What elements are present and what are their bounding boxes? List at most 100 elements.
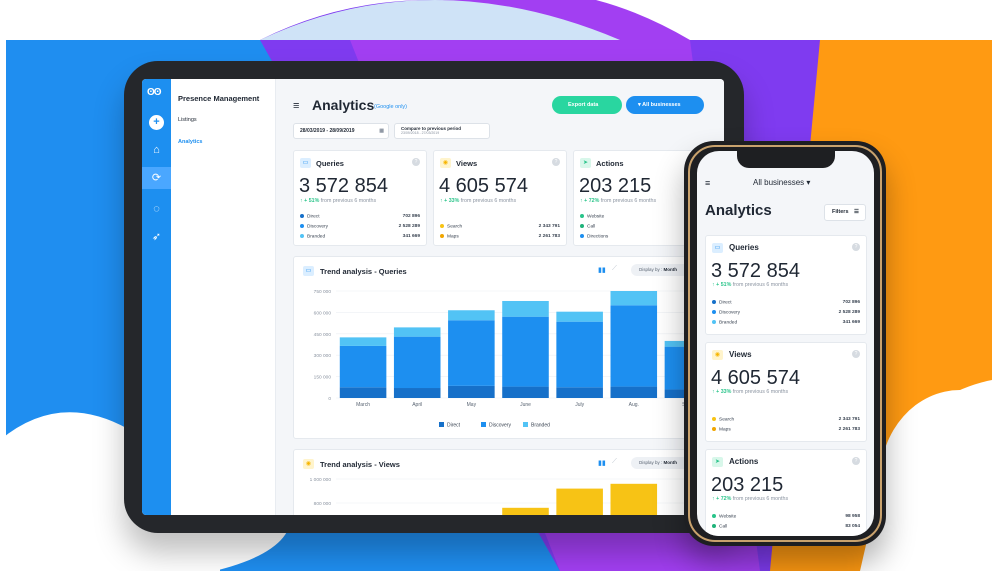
direct-dot-icon (712, 300, 716, 304)
metric-row: Website 98 958 (712, 514, 860, 519)
sidebar-title: Presence Management (178, 94, 260, 103)
metric-row: Maps 2 261 783 (712, 427, 860, 432)
x-tick-label: June (520, 402, 531, 408)
card-change: ↑ + 33% from previous 6 months (440, 198, 516, 204)
bar-discovery (448, 320, 495, 386)
tablet-screen: ʘʘ + ⌂ ⟳ ◌ ➶ Presence Management Listing… (142, 79, 724, 515)
metric-label: Website (719, 514, 737, 520)
plus-icon[interactable]: + (149, 115, 164, 130)
bar-branded (502, 300, 549, 317)
y-tick-label: 800 000 (314, 501, 332, 507)
metric-label: Call (587, 224, 596, 230)
card-title: Queries (316, 159, 344, 168)
card-value: 203 215 (711, 474, 784, 496)
card-title: Views (456, 159, 478, 168)
display-prefix: Display by : (639, 267, 663, 272)
card-value: 4 605 574 (439, 175, 528, 197)
queries-icon: ▭ (303, 266, 314, 276)
help-icon[interactable]: ? (852, 457, 860, 465)
rocket-icon[interactable]: ➶ (149, 230, 164, 245)
metric-value: 83 054 (845, 524, 860, 529)
eye-icon: ◉ (303, 459, 314, 469)
branded-dot-icon (300, 234, 304, 238)
metric-label: Discovery (307, 224, 329, 230)
bar-chart-icon[interactable]: ▮▮ (598, 459, 606, 467)
help-icon[interactable]: ? (852, 350, 860, 358)
website-dot-icon (580, 214, 584, 218)
change-value: + 51% (716, 282, 732, 288)
call-dot-icon (580, 224, 584, 228)
chat-icon[interactable]: ◌ (149, 202, 164, 217)
metric-row: Search 2 343 791 (440, 224, 560, 229)
compare-select[interactable]: Compare to previous period 23/09/2018 - … (394, 123, 490, 139)
businesses-label: All businesses (753, 178, 805, 187)
legend-label: Branded (531, 423, 550, 429)
metric-label: Search (447, 224, 463, 230)
metric-row: Discovery 2 528 289 (712, 310, 860, 315)
y-tick-label: 0 (328, 396, 331, 402)
queries-bar-chart: 750 000 600 000 450 000 300 000 150 000 0 Marc… (314, 289, 715, 429)
metric-label: Maps (719, 427, 731, 433)
queries-icon: ▭ (712, 243, 723, 253)
x-tick-label: March (356, 402, 370, 408)
change-text: from previous 6 months (320, 198, 377, 204)
help-icon[interactable]: ? (552, 158, 560, 166)
businesses-select[interactable]: All businesses ▾ (753, 178, 810, 187)
search-dot-icon (712, 417, 716, 421)
metric-value: 2 528 289 (398, 224, 420, 229)
bar-branded (339, 337, 387, 346)
metric-label: Branded (719, 320, 738, 326)
metric-row: Call8 (580, 224, 700, 229)
metric-value: 2 528 289 (838, 310, 860, 315)
help-icon[interactable]: ? (412, 158, 420, 166)
card-value: 203 215 (579, 175, 652, 197)
bar-direct (610, 386, 658, 398)
bar-branded (448, 310, 495, 321)
maps-dot-icon (712, 427, 716, 431)
change-text: from previous 6 months (732, 282, 789, 288)
menu-icon[interactable]: ≡ (705, 178, 710, 188)
line-chart-icon[interactable]: ⟋ (612, 458, 617, 466)
card-change: ↑ + 72% from previous 6 months (580, 198, 656, 204)
bar-views (502, 507, 549, 515)
eye-icon: ◉ (440, 158, 451, 168)
export-button[interactable]: Export data (552, 96, 622, 114)
date-range-picker[interactable]: 28/03/2019 - 28/09/2019 ▦ (293, 123, 389, 139)
sidebar-item-listings[interactable]: Listings (178, 117, 197, 123)
all-businesses-label: All businesses (642, 102, 681, 108)
queries-icon: ▭ (300, 158, 311, 168)
direct-dot-icon (300, 214, 304, 218)
discovery-dot-icon (300, 224, 304, 228)
legend-swatch (481, 422, 486, 427)
change-value: + 51% (304, 198, 320, 204)
bar-discovery (393, 336, 441, 389)
metric-row: Search 2 343 791 (712, 417, 860, 422)
metric-row: Discovery 2 528 289 (300, 224, 420, 229)
trend-queries-card: ▭ Trend analysis - Queries ▮▮ ⟋ Display … (293, 256, 724, 439)
line-chart-icon[interactable]: ⟋ (612, 265, 617, 273)
sync-icon[interactable]: ⟳ (142, 167, 171, 189)
card-title: Actions (729, 457, 759, 466)
change-value: + 72% (584, 198, 600, 204)
metric-row: Website9 (580, 214, 700, 219)
store-icon[interactable]: ⌂ (149, 143, 164, 158)
help-icon[interactable]: ? (852, 243, 860, 251)
actions-card: ➤ Actions ? 203 215 ↑ + 72% from previou… (705, 449, 867, 536)
maps-dot-icon (440, 234, 444, 238)
cursor-icon: ➤ (712, 457, 723, 467)
phone-screen: ≡ All businesses ▾ Analytics Filters ☰ ▭… (697, 151, 874, 536)
card-change: ↑ + 33% from previous 6 months (712, 389, 788, 395)
trend-views-card: ◉ Trend analysis - Views ▮▮ ⟋ Display by… (293, 449, 724, 515)
change-value: + 33% (716, 389, 732, 395)
bar-chart-icon[interactable]: ▮▮ (598, 266, 606, 274)
website-dot-icon (712, 514, 716, 518)
all-businesses-button[interactable]: ▾ All businesses (626, 96, 704, 114)
compare-range: 23/09/2018 - 27/03/2019 (401, 131, 440, 135)
card-change: ↑ + 51% from previous 6 months (712, 282, 788, 288)
sidebar-item-analytics[interactable]: Analytics (178, 139, 202, 145)
menu-icon[interactable]: ≡ (293, 100, 299, 112)
card-title: Views (729, 350, 752, 359)
bar-direct (448, 385, 495, 398)
filters-button[interactable]: Filters ☰ (824, 204, 866, 221)
metric-row: Branded 341 669 (712, 320, 860, 325)
